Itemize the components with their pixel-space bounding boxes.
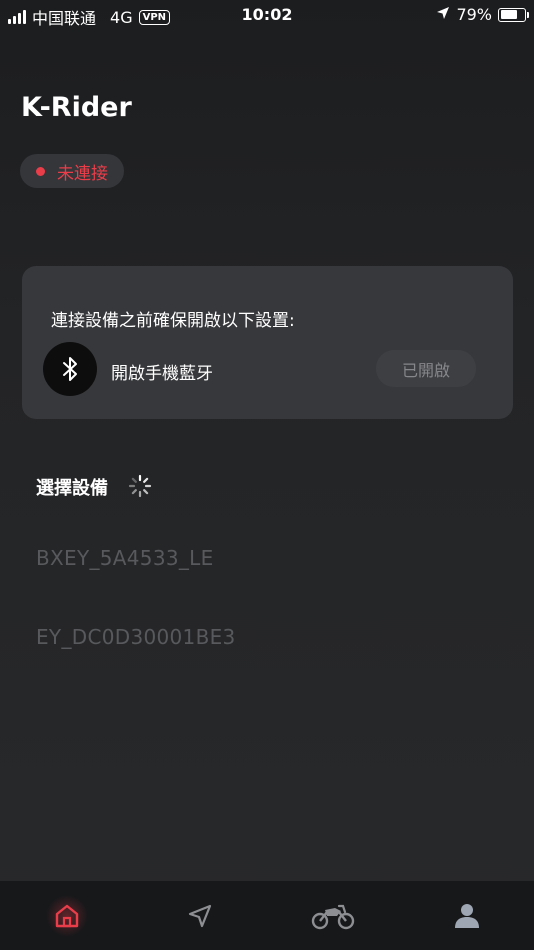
profile-icon bbox=[455, 903, 479, 928]
tab-motorcycle[interactable] bbox=[293, 881, 373, 950]
connection-status-badge: 未連接 bbox=[20, 154, 124, 188]
bluetooth-label: 開啟手機藍牙 bbox=[111, 364, 213, 384]
home-icon bbox=[55, 904, 79, 927]
bluetooth-status-button[interactable]: 已開啟 bbox=[376, 350, 476, 387]
select-device-title: 選擇設備 bbox=[36, 478, 108, 499]
navigation-icon bbox=[188, 904, 212, 927]
battery-icon bbox=[498, 7, 529, 22]
app-title: K-Rider bbox=[21, 92, 132, 123]
tab-bar bbox=[0, 881, 534, 950]
loading-spinner-icon bbox=[128, 474, 152, 498]
tab-home[interactable] bbox=[27, 881, 107, 950]
device-item[interactable]: BXEY_5A4533_LE bbox=[36, 546, 214, 570]
battery-percent: 79% bbox=[456, 5, 492, 24]
tab-profile[interactable] bbox=[427, 881, 507, 950]
device-item[interactable]: EY_DC0D30001BE3 bbox=[36, 625, 236, 649]
location-arrow-icon bbox=[436, 5, 450, 24]
tab-navigation[interactable] bbox=[160, 881, 240, 950]
prerequisite-title: 連接設備之前確保開啟以下設置: bbox=[51, 311, 295, 331]
status-bar: 中国联通 4G VPN 10:02 79% bbox=[0, 0, 534, 30]
app-screen: 中国联通 4G VPN 10:02 79% K-Rider 未連接 連接設備之前… bbox=[0, 0, 534, 950]
motorcycle-icon bbox=[311, 904, 355, 929]
status-dot-icon bbox=[36, 166, 45, 176]
connection-status-text: 未連接 bbox=[57, 163, 108, 184]
prerequisite-card: 連接設備之前確保開啟以下設置: 開啟手機藍牙 已開啟 bbox=[22, 266, 513, 419]
status-right: 79% bbox=[436, 5, 529, 24]
bluetooth-icon bbox=[43, 342, 97, 396]
